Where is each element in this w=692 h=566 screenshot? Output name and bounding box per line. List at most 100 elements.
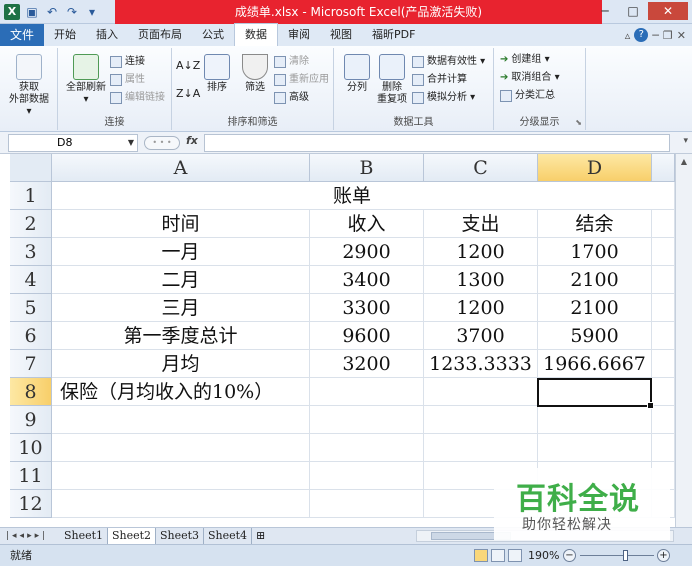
scroll-up-icon[interactable]: ▲ — [676, 154, 692, 170]
sheet-tab-3[interactable]: Sheet3 — [156, 528, 205, 544]
sort-za-icon[interactable]: Z↓A — [176, 86, 200, 102]
sheet-tab-2[interactable]: Sheet2 — [108, 528, 157, 544]
redo-icon[interactable]: ↷ — [64, 4, 80, 20]
row-header-5[interactable]: 5 — [10, 294, 52, 322]
cell-b12[interactable] — [310, 490, 424, 518]
zoom-level[interactable]: 190% — [528, 545, 559, 566]
column-header-a[interactable]: A — [52, 154, 310, 182]
cell-e5[interactable] — [652, 294, 675, 322]
cell-c6[interactable]: 3700 — [424, 322, 538, 350]
page-break-view-icon[interactable] — [508, 549, 522, 562]
cell-c5[interactable]: 1200 — [424, 294, 538, 322]
cell-b9[interactable] — [310, 406, 424, 434]
row-header-11[interactable]: 11 — [10, 462, 52, 490]
cell-a12[interactable] — [52, 490, 310, 518]
excel-logo-icon[interactable]: X — [4, 4, 20, 20]
cell-a8[interactable]: 保险（月均收入的10%） — [52, 378, 310, 406]
cell-e6[interactable] — [652, 322, 675, 350]
data-validation-button[interactable]: 数据有效性 ▾ — [412, 54, 485, 70]
tab-review[interactable]: 审阅 — [278, 24, 320, 46]
row-header-7[interactable]: 7 — [10, 350, 52, 378]
row-header-12[interactable]: 12 — [10, 490, 52, 518]
row-header-1[interactable]: 1 — [10, 182, 52, 210]
tab-home[interactable]: 开始 — [44, 24, 86, 46]
cell-e4[interactable] — [652, 266, 675, 294]
cell-c4[interactable]: 1300 — [424, 266, 538, 294]
cell-d8[interactable] — [538, 378, 652, 406]
column-header-e[interactable] — [652, 154, 675, 182]
cell-e1[interactable] — [652, 182, 675, 210]
minimize-button[interactable]: ─ — [592, 2, 618, 20]
row-header-4[interactable]: 4 — [10, 266, 52, 294]
name-box-dropdown-icon[interactable]: ▼ — [128, 135, 134, 151]
cell-b2[interactable]: 收入 — [310, 210, 424, 238]
zoom-slider[interactable] — [580, 555, 654, 556]
ungroup-button[interactable]: ➔ 取消组合 ▾ — [500, 70, 560, 86]
cell-d7[interactable]: 1966.6667 — [538, 350, 652, 378]
cell-d4[interactable]: 2100 — [538, 266, 652, 294]
expand-formula-icon[interactable]: ▾ — [683, 136, 688, 146]
column-header-b[interactable]: B — [310, 154, 424, 182]
cell-d10[interactable] — [538, 434, 652, 462]
cell-e8[interactable] — [652, 378, 675, 406]
doc-close-icon[interactable]: ✕ — [677, 29, 686, 42]
row-header-3[interactable]: 3 — [10, 238, 52, 266]
cell-c3[interactable]: 1200 — [424, 238, 538, 266]
cell-b7[interactable]: 3200 — [310, 350, 424, 378]
insert-sheet-icon[interactable]: ⊞ — [252, 528, 269, 544]
cell-a4[interactable]: 二月 — [52, 266, 310, 294]
sort-az-icon[interactable]: A↓Z — [176, 58, 200, 74]
select-all-corner[interactable] — [10, 154, 52, 182]
cell-a10[interactable] — [52, 434, 310, 462]
tab-page-layout[interactable]: 页面布局 — [128, 24, 192, 46]
cell-c9[interactable] — [424, 406, 538, 434]
cell-c2[interactable]: 支出 — [424, 210, 538, 238]
cell-e9[interactable] — [652, 406, 675, 434]
cell-b10[interactable] — [310, 434, 424, 462]
row-header-10[interactable]: 10 — [10, 434, 52, 462]
tab-data[interactable]: 数据 — [234, 23, 278, 46]
cell-d2[interactable]: 结余 — [538, 210, 652, 238]
connections-button[interactable]: 连接 — [110, 54, 145, 70]
cell-d5[interactable]: 2100 — [538, 294, 652, 322]
insert-function-icon[interactable]: fx — [186, 134, 198, 147]
tab-formulas[interactable]: 公式 — [192, 24, 234, 46]
tab-view[interactable]: 视图 — [320, 24, 362, 46]
zoom-in-button[interactable]: + — [657, 549, 670, 562]
group-button[interactable]: ➔ 创建组 ▾ — [500, 52, 550, 68]
tab-foxit-pdf[interactable]: 福昕PDF — [362, 24, 425, 46]
sort-button[interactable]: 排序 — [200, 54, 234, 94]
doc-restore-icon[interactable]: ❐ — [663, 29, 673, 42]
cell-a9[interactable] — [52, 406, 310, 434]
save-icon[interactable]: ▣ — [24, 4, 40, 20]
tab-insert[interactable]: 插入 — [86, 24, 128, 46]
help-icon[interactable]: ? — [634, 28, 649, 42]
column-header-c[interactable]: C — [424, 154, 538, 182]
cell-a5[interactable]: 三月 — [52, 294, 310, 322]
page-layout-view-icon[interactable] — [491, 549, 505, 562]
cell-b5[interactable]: 3300 — [310, 294, 424, 322]
consolidate-button[interactable]: 合并计算 — [412, 72, 467, 88]
what-if-button[interactable]: 模拟分析 ▾ — [412, 90, 475, 106]
get-external-data-button[interactable]: 获取 外部数据 ▾ — [6, 54, 52, 118]
cell-a3[interactable]: 一月 — [52, 238, 310, 266]
cell-a1-title[interactable]: 账单 — [52, 182, 652, 210]
maximize-button[interactable]: □ — [620, 2, 646, 20]
cell-b4[interactable]: 3400 — [310, 266, 424, 294]
vertical-scrollbar[interactable]: ▲ — [675, 154, 692, 527]
cell-a6[interactable]: 第一季度总计 — [52, 322, 310, 350]
subtotal-button[interactable]: 分类汇总 — [500, 88, 555, 104]
name-box[interactable]: D8 ▼ — [8, 134, 138, 152]
remove-duplicates-button[interactable]: 删除 重复项 — [374, 54, 410, 106]
cell-e7[interactable] — [652, 350, 675, 378]
cell-d3[interactable]: 1700 — [538, 238, 652, 266]
tab-file[interactable]: 文件 — [0, 24, 44, 46]
cell-a2[interactable]: 时间 — [52, 210, 310, 238]
cell-e3[interactable] — [652, 238, 675, 266]
dialog-launcher-icon[interactable]: ⬊ — [575, 118, 582, 127]
cell-c7[interactable]: 1233.3333 — [424, 350, 538, 378]
zoom-slider-knob[interactable] — [623, 550, 628, 561]
cell-e2[interactable] — [652, 210, 675, 238]
row-header-8[interactable]: 8 — [10, 378, 52, 406]
cell-c8[interactable] — [424, 378, 538, 406]
